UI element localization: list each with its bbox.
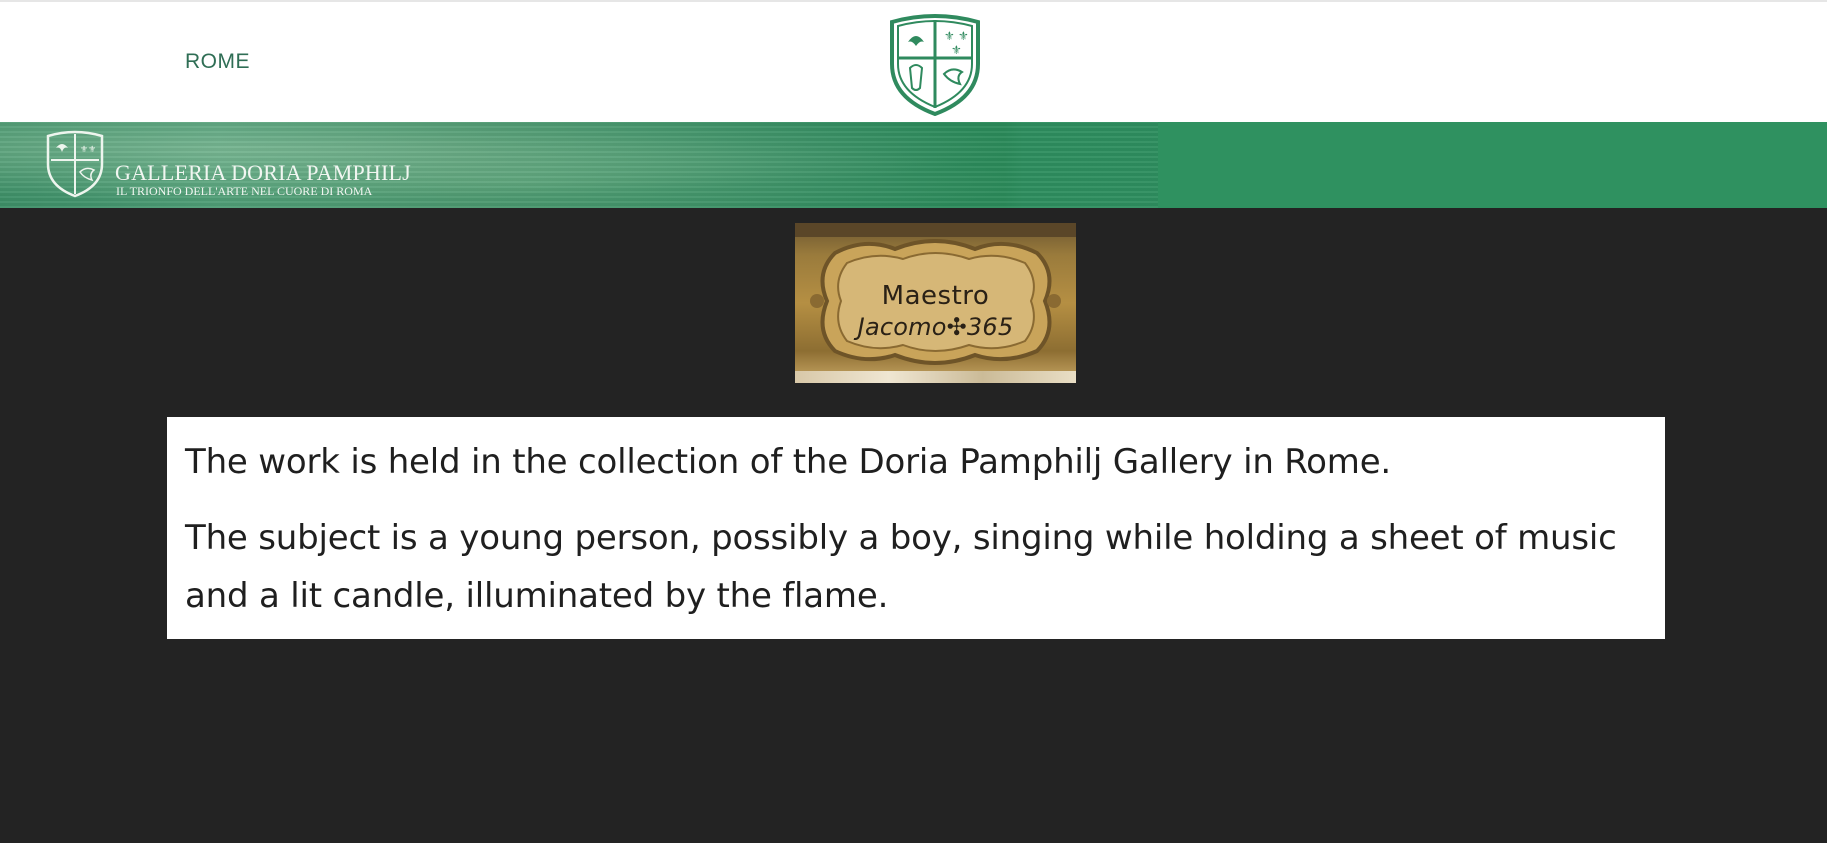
description-card: The work is held in the collection of th… (167, 417, 1665, 639)
crest-icon[interactable]: ⚜⚜ (44, 130, 106, 198)
svg-text:⚜: ⚜ (944, 29, 955, 43)
svg-text:⚜⚜: ⚜⚜ (80, 145, 96, 155)
nav-link-rome[interactable]: ROME (185, 50, 250, 74)
crest-icon[interactable]: ⚜ ⚜ ⚜ (886, 12, 984, 116)
svg-text:⚜: ⚜ (958, 29, 969, 43)
plaque-inscription-line2: Jacomo✣365 (857, 313, 1014, 341)
top-header: ROME ⚜ ⚜ ⚜ (0, 0, 1827, 122)
gallery-banner: ⚜⚜ GALLERIA DORIA PAMPHILJ IL TRIONFO DE… (0, 122, 1827, 208)
painting-plaque-image: Maestro Jacomo✣365 (795, 223, 1076, 383)
description-paragraph-collection: The work is held in the collection of th… (185, 442, 1392, 482)
banner-flat-area (1158, 122, 1827, 208)
description-paragraph-subject: The subject is a young person, possibly … (185, 518, 1617, 616)
gallery-title[interactable]: GALLERIA DORIA PAMPHILJ (115, 160, 411, 186)
gallery-tagline: IL TRIONFO DELL'ARTE NEL CUORE DI ROMA (116, 184, 373, 198)
plaque-bottom-strip (795, 371, 1076, 383)
svg-text:⚜: ⚜ (951, 43, 962, 57)
plaque-inscription-line1: Maestro (881, 281, 990, 311)
